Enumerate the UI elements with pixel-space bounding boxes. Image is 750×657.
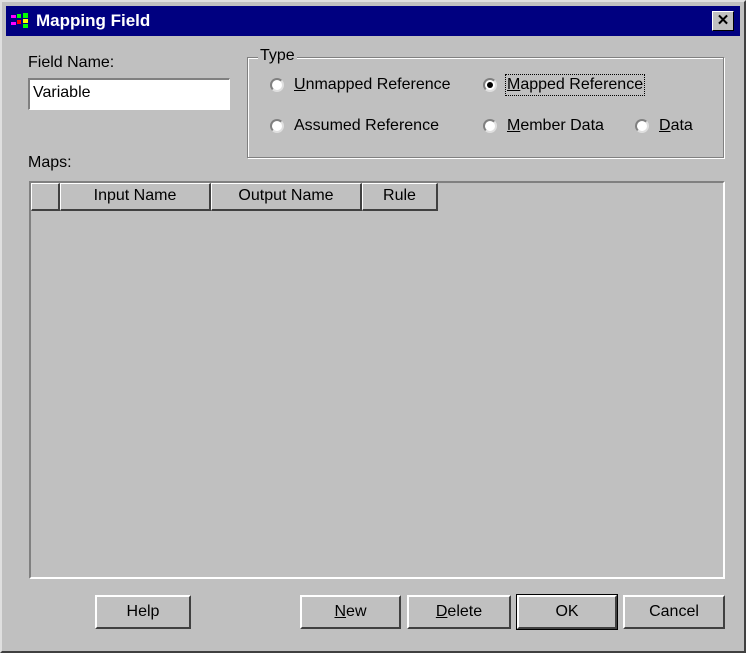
radio-circle-icon	[483, 119, 497, 133]
radio-circle-icon	[270, 78, 284, 92]
radio-label: Assumed Reference	[294, 117, 439, 134]
column-header-select[interactable]	[31, 183, 60, 211]
radio-assumed-reference[interactable]: Assumed Reference	[270, 115, 439, 137]
cancel-button[interactable]: Cancel	[623, 595, 725, 629]
delete-button[interactable]: Delete	[407, 595, 511, 629]
radio-member-data[interactable]: Member Data	[483, 115, 604, 137]
mapping-app-icon	[10, 12, 30, 30]
column-header-input-name[interactable]: Input Name	[60, 183, 211, 211]
radio-circle-icon	[635, 119, 649, 133]
radio-label: Unmapped Reference	[294, 76, 451, 93]
radio-data[interactable]: Data	[635, 115, 693, 137]
type-groupbox	[247, 57, 724, 158]
column-header-output-name[interactable]: Output Name	[211, 183, 362, 211]
help-button[interactable]: Help	[95, 595, 191, 629]
ok-button[interactable]: OK	[516, 594, 618, 630]
radio-label: Mapped Reference	[504, 74, 646, 96]
new-button[interactable]: New	[300, 595, 401, 629]
title-bar[interactable]: Mapping Field ✕	[6, 6, 740, 36]
mapping-field-dialog: Mapping Field ✕ Field Name: Variable Typ…	[0, 0, 746, 653]
maps-label: Maps:	[28, 154, 72, 171]
radio-label: Member Data	[507, 117, 604, 134]
window-title: Mapping Field	[36, 11, 151, 30]
radio-selected-icon	[483, 78, 497, 92]
close-icon: ✕	[716, 12, 730, 29]
type-group-title: Type	[258, 47, 297, 65]
close-button[interactable]: ✕	[712, 11, 734, 31]
radio-circle-icon	[270, 119, 284, 133]
radio-label: Data	[659, 117, 693, 134]
maps-header-row: Input Name Output Name Rule	[31, 183, 438, 211]
radio-unmapped-reference[interactable]: Unmapped Reference	[270, 74, 451, 96]
radio-mapped-reference[interactable]: Mapped Reference	[483, 74, 646, 96]
column-header-rule[interactable]: Rule	[362, 183, 438, 211]
maps-list[interactable]: Input Name Output Name Rule	[29, 181, 725, 579]
field-name-label: Field Name:	[28, 54, 115, 71]
field-name-input[interactable]: Variable	[28, 78, 230, 110]
